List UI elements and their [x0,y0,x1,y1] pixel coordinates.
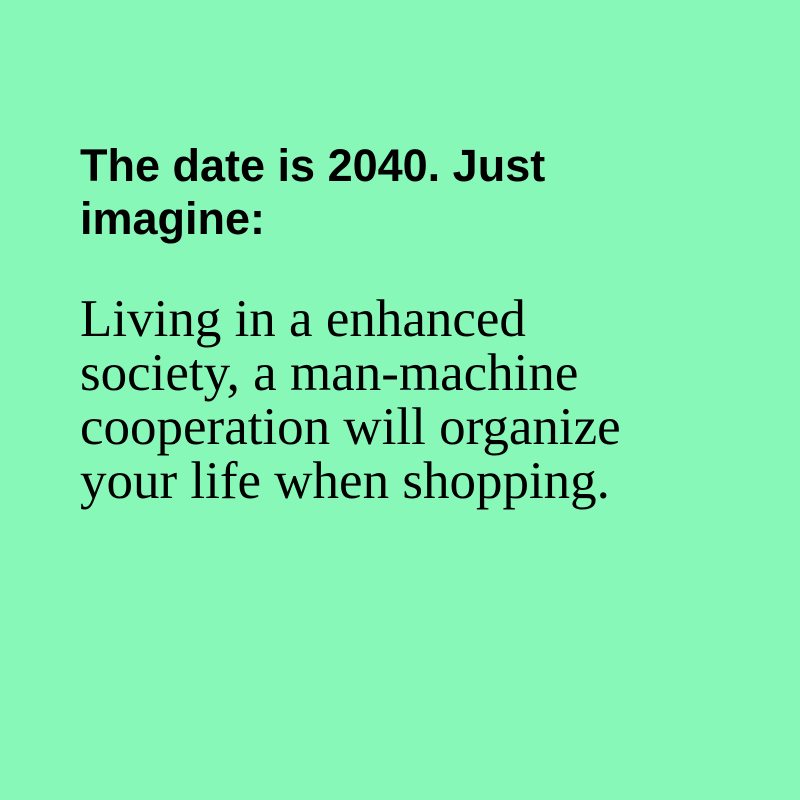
slide-card: The date is 2040. Just imagine: Living i… [0,0,800,800]
body-line: your life when shopping. [80,452,610,510]
body-line: society, a man-machine [80,344,579,402]
body-line: Living in a enhanced [80,290,526,348]
body-paragraph: Living in a enhanced society, a man-mach… [80,292,760,508]
headline: The date is 2040. Just imagine: [80,139,740,245]
body-line: cooperation will organize [80,398,621,456]
headline-line: imagine: [80,193,266,244]
headline-line: The date is 2040. Just [80,140,546,191]
